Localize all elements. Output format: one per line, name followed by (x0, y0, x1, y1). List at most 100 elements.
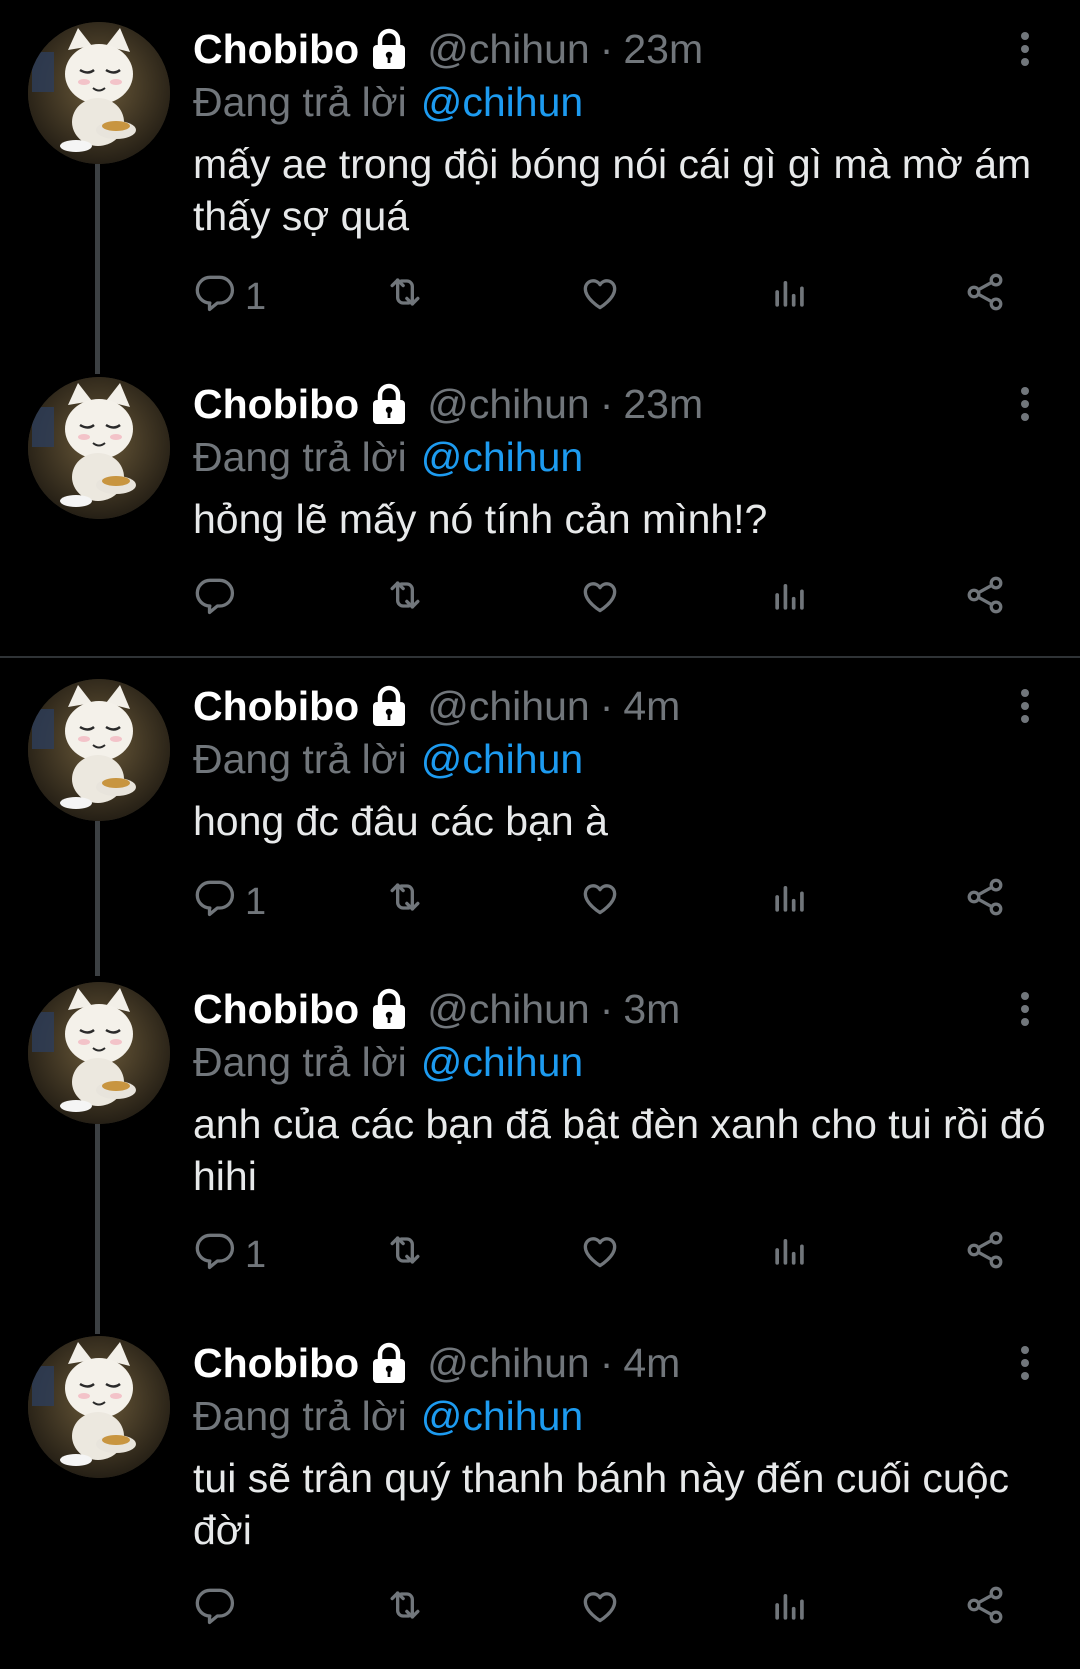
more-vertical-icon[interactable] (1010, 984, 1040, 1034)
views-button[interactable] (768, 269, 812, 325)
retweet-button[interactable] (383, 572, 427, 628)
thread-connector (95, 1124, 100, 1334)
views-button[interactable] (768, 874, 812, 930)
thread-connector (95, 164, 100, 374)
display-name[interactable]: Chobibo (193, 26, 359, 73)
tweet-actions: 1 (193, 874, 1033, 930)
like-button[interactable] (578, 1582, 622, 1638)
retweet-button[interactable] (383, 1227, 427, 1283)
share-button[interactable] (963, 1227, 1007, 1283)
timestamp[interactable]: 23m (623, 26, 703, 73)
reply-button[interactable]: 1 (193, 874, 266, 930)
like-button[interactable] (578, 874, 622, 930)
username[interactable]: @chihun (427, 26, 589, 73)
timestamp[interactable]: 4m (623, 683, 680, 730)
replying-to: Đang trả lời @chihun (193, 1036, 1040, 1088)
username[interactable]: @chihun (427, 1340, 589, 1387)
thread-connector (95, 821, 100, 976)
username[interactable]: @chihun (427, 381, 589, 428)
views-button[interactable] (768, 572, 812, 628)
more-vertical-icon[interactable] (1010, 681, 1040, 731)
views-icon (768, 875, 812, 929)
retweet-icon (383, 270, 427, 324)
retweet-button[interactable] (383, 1582, 427, 1638)
like-button[interactable] (578, 269, 622, 325)
share-button[interactable] (963, 1582, 1007, 1638)
username[interactable]: @chihun (427, 683, 589, 730)
display-name[interactable]: Chobibo (193, 986, 359, 1033)
lock-icon (369, 987, 409, 1031)
reply-count: 1 (245, 880, 267, 923)
mention-link[interactable]: @chihun (421, 736, 583, 783)
more-vertical-icon[interactable] (1010, 1338, 1040, 1388)
display-name[interactable]: Chobibo (193, 683, 359, 730)
avatar[interactable] (28, 377, 170, 519)
mention-link[interactable]: @chihun (421, 1039, 583, 1086)
timestamp[interactable]: 3m (623, 986, 680, 1033)
retweet-icon (383, 1583, 427, 1637)
lock-icon (369, 684, 409, 728)
views-button[interactable] (768, 1227, 812, 1283)
replying-to-label: Đang trả lời (193, 1038, 407, 1085)
separator: · (599, 682, 614, 729)
username[interactable]: @chihun (427, 986, 589, 1033)
heart-icon (578, 1228, 622, 1282)
tweet-actions: 1 (193, 269, 1033, 325)
more-vertical-icon[interactable] (1010, 379, 1040, 429)
tweet-actions: 1 (193, 1227, 1033, 1283)
views-icon (768, 270, 812, 324)
replying-to-label: Đang trả lời (193, 433, 407, 480)
reply-button[interactable] (193, 1582, 245, 1638)
share-button[interactable] (963, 874, 1007, 930)
tweet-text: mấy ae trong đội bóng nói cái gì gì mà m… (193, 141, 1032, 239)
retweet-button[interactable] (383, 874, 427, 930)
share-icon (963, 270, 1007, 324)
heart-icon (578, 573, 622, 627)
avatar[interactable] (28, 982, 170, 1124)
mention-link[interactable]: @chihun (421, 79, 583, 126)
retweet-button[interactable] (383, 269, 427, 325)
share-icon (963, 875, 1007, 929)
display-name[interactable]: Chobibo (193, 1340, 359, 1387)
views-button[interactable] (768, 1582, 812, 1638)
reply-icon (193, 1228, 237, 1282)
display-name[interactable]: Chobibo (193, 381, 359, 428)
separator: · (599, 985, 614, 1032)
reply-button[interactable]: 1 (193, 1227, 266, 1283)
lock-icon (369, 1341, 409, 1385)
tweet-text: tui sẽ trân quý thanh bánh này đến cuối … (193, 1455, 1010, 1553)
lock-icon (369, 382, 409, 426)
replying-to: Đang trả lời @chihun (193, 431, 1040, 483)
replying-to: Đang trả lời @chihun (193, 733, 1040, 785)
share-button[interactable] (963, 269, 1007, 325)
reply-count: 1 (245, 1233, 267, 1276)
retweet-icon (383, 573, 427, 627)
replying-to: Đang trả lời @chihun (193, 76, 1040, 128)
reply-icon (193, 573, 237, 627)
timestamp[interactable]: 4m (623, 1340, 680, 1387)
timestamp[interactable]: 23m (623, 381, 703, 428)
like-button[interactable] (578, 1227, 622, 1283)
reply-button[interactable] (193, 572, 245, 628)
more-vertical-icon[interactable] (1010, 24, 1040, 74)
lock-icon (369, 27, 409, 71)
share-icon (963, 1228, 1007, 1282)
tweet-text: hỏng lẽ mấy nó tính cản mình!? (193, 496, 768, 542)
replying-to-label: Đang trả lời (193, 735, 407, 782)
replying-to-label: Đang trả lời (193, 78, 407, 125)
mention-link[interactable]: @chihun (421, 434, 583, 481)
reply-button[interactable]: 1 (193, 269, 266, 325)
avatar[interactable] (28, 22, 170, 164)
like-button[interactable] (578, 572, 622, 628)
mention-link[interactable]: @chihun (421, 1393, 583, 1440)
avatar[interactable] (28, 679, 170, 821)
replying-to: Đang trả lời @chihun (193, 1390, 1040, 1442)
reply-icon (193, 875, 237, 929)
share-button[interactable] (963, 572, 1007, 628)
views-icon (768, 1583, 812, 1637)
retweet-icon (383, 1228, 427, 1282)
avatar[interactable] (28, 1336, 170, 1478)
views-icon (768, 1228, 812, 1282)
replying-to-label: Đang trả lời (193, 1392, 407, 1439)
share-icon (963, 573, 1007, 627)
